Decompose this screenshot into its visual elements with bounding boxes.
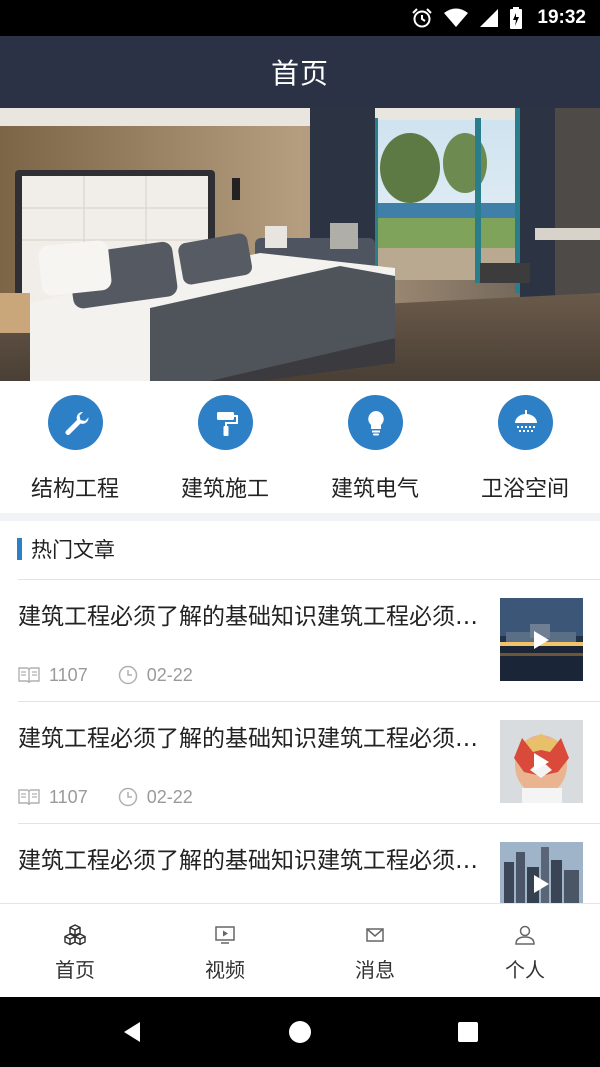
tab-label: 个人 bbox=[505, 958, 545, 982]
article-item[interactable]: 建筑工程必须了解的基础知识建筑工程必须了解的基础知识 1107 02-22 bbox=[0, 824, 600, 903]
page-title: 首页 bbox=[270, 57, 329, 90]
section-title: 热门文章 bbox=[31, 538, 115, 562]
bottom-tab-bar: 首页 视频 消息 个人 bbox=[0, 903, 600, 997]
book-icon bbox=[18, 667, 40, 684]
recents-square-icon bbox=[458, 1022, 478, 1042]
section-accent-bar bbox=[17, 538, 22, 560]
article-views: 1107 bbox=[49, 786, 88, 807]
app-header: 首页 bbox=[0, 36, 600, 108]
article-date: 02-22 bbox=[146, 664, 193, 685]
category-label: 结构工程 bbox=[30, 477, 119, 502]
back-button[interactable] bbox=[114, 1014, 150, 1050]
article-item[interactable]: 建筑工程必须了解的基础知识建筑工程必须了解的基础知识 1107 02-22 bbox=[0, 702, 600, 823]
book-icon bbox=[18, 789, 40, 806]
person-icon bbox=[515, 925, 535, 945]
status-bar: 19:32 bbox=[0, 0, 600, 36]
article-date: 02-22 bbox=[146, 786, 193, 807]
alarm-icon bbox=[412, 8, 433, 28]
cubes-icon bbox=[64, 924, 86, 946]
home-button[interactable] bbox=[282, 1014, 318, 1050]
hot-articles-header: 热门文章 bbox=[0, 521, 600, 579]
article-thumbnail[interactable] bbox=[500, 720, 583, 803]
bedroom-illustration bbox=[0, 108, 600, 381]
paint-roller-icon bbox=[198, 395, 253, 450]
tab-label: 消息 bbox=[355, 958, 395, 982]
category-construction[interactable]: 建筑施工 bbox=[150, 381, 300, 513]
article-item[interactable]: 建筑工程必须了解的基础知识建筑工程必须了解的基础知识 1107 02-22 bbox=[0, 580, 600, 701]
article-title: 建筑工程必须了解的基础知识建筑工程必须了解的基础知识 bbox=[18, 604, 478, 630]
back-triangle-icon bbox=[124, 1022, 140, 1042]
signal-icon bbox=[480, 9, 499, 27]
article-thumbnail[interactable] bbox=[500, 842, 583, 903]
category-bathroom[interactable]: 卫浴空间 bbox=[450, 381, 600, 513]
tab-messages[interactable]: 消息 bbox=[300, 904, 450, 997]
tab-label: 视频 bbox=[205, 958, 245, 982]
play-icon bbox=[534, 753, 549, 771]
article-meta: 1107 02-22 bbox=[18, 786, 193, 808]
section-separator bbox=[0, 513, 600, 521]
mail-icon bbox=[366, 928, 384, 942]
article-thumbnail[interactable] bbox=[500, 598, 583, 681]
system-nav-bar bbox=[0, 997, 600, 1067]
play-icon bbox=[534, 631, 549, 649]
clock-icon bbox=[118, 665, 137, 685]
lightbulb-icon bbox=[348, 395, 403, 450]
tab-video[interactable]: 视频 bbox=[150, 904, 300, 997]
play-icon bbox=[534, 875, 549, 893]
video-icon bbox=[215, 926, 235, 944]
tab-profile[interactable]: 个人 bbox=[450, 904, 600, 997]
article-meta: 1107 02-22 bbox=[18, 664, 193, 686]
tab-label: 首页 bbox=[55, 958, 95, 982]
banner-image[interactable] bbox=[0, 108, 600, 381]
category-grid: 结构工程 建筑施工 建筑电气 卫浴空间 bbox=[0, 381, 600, 513]
category-label: 建筑施工 bbox=[180, 477, 269, 502]
wrench-icon bbox=[48, 395, 103, 450]
category-label: 卫浴空间 bbox=[480, 477, 569, 502]
article-views: 1107 bbox=[49, 664, 88, 685]
recents-button[interactable] bbox=[450, 1014, 486, 1050]
home-circle-icon bbox=[289, 1021, 311, 1043]
status-icons: 19:32 bbox=[411, 6, 586, 30]
status-time: 19:32 bbox=[537, 7, 586, 28]
battery-icon bbox=[510, 7, 523, 29]
category-electrical[interactable]: 建筑电气 bbox=[300, 381, 450, 513]
shower-icon bbox=[498, 395, 553, 450]
article-title: 建筑工程必须了解的基础知识建筑工程必须了解的基础知识 bbox=[18, 726, 478, 752]
article-title: 建筑工程必须了解的基础知识建筑工程必须了解的基础知识 bbox=[18, 848, 478, 874]
category-structural[interactable]: 结构工程 bbox=[0, 381, 150, 513]
wifi-icon bbox=[444, 8, 469, 27]
clock-icon bbox=[118, 787, 137, 807]
tab-home[interactable]: 首页 bbox=[0, 904, 150, 997]
category-label: 建筑电气 bbox=[330, 477, 419, 502]
